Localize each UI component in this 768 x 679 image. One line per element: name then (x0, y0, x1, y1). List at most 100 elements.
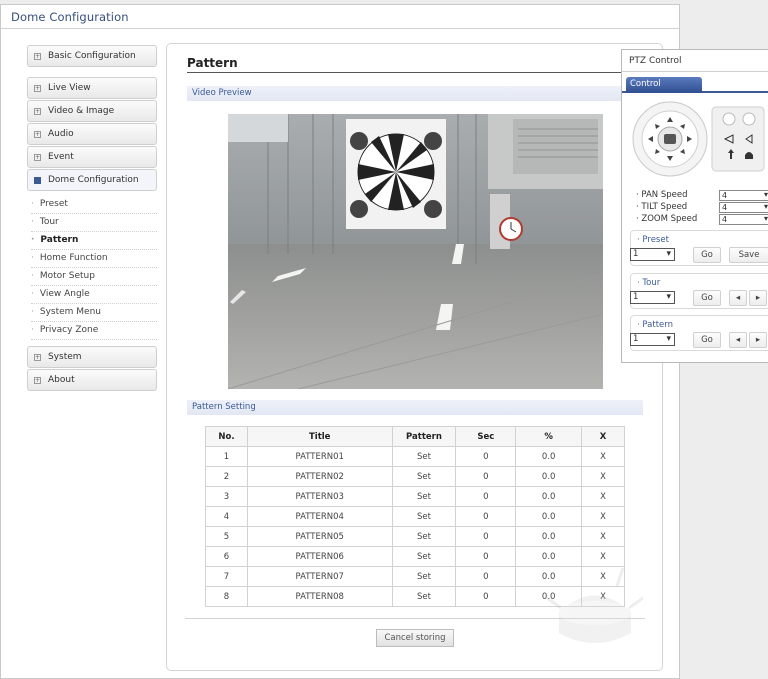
sidebar-item-about[interactable]: + About (27, 369, 157, 391)
preset-label: · Preset (637, 235, 669, 245)
pattern-prev-button[interactable]: ◂ (729, 332, 747, 348)
pattern-next-button[interactable]: ▸ (749, 332, 767, 348)
sidebar-item-label: Video & Image (48, 106, 115, 116)
row-pattern-set[interactable]: Set (391, 526, 457, 547)
expand-icon: + (34, 107, 41, 115)
row-delete[interactable]: X (581, 486, 625, 507)
submenu-item-view-angle[interactable]: · View Angle (31, 286, 157, 304)
submenu-item-preset[interactable]: · Preset (31, 196, 157, 214)
tour-go-button[interactable]: Go (693, 290, 721, 306)
row-delete[interactable]: X (581, 466, 625, 487)
table-row: 1 PATTERN01 Set 0 0.0 X (205, 446, 625, 467)
tour-select[interactable]: 1 ▾ (630, 291, 675, 304)
row-delete[interactable]: X (581, 506, 625, 527)
zoom-speed-select[interactable]: 4 ▾ (719, 214, 768, 225)
chevron-down-icon: ▾ (666, 334, 671, 344)
submenu-item-motor-setup[interactable]: · Motor Setup (31, 268, 157, 286)
ptz-tabbar: Control (622, 77, 768, 93)
pan-speed-row: · PAN Speed 4 ▾ (636, 190, 768, 202)
preset-group: · Preset 1 ▾ Go Save (630, 230, 768, 266)
preset-save-button[interactable]: Save (729, 247, 768, 263)
preset-go-button[interactable]: Go (693, 247, 721, 263)
sidebar-item-audio[interactable]: + Audio (27, 123, 157, 145)
row-delete[interactable]: X (581, 526, 625, 547)
sidebar-item-basic-configuration[interactable]: + Basic Configuration (27, 45, 157, 67)
row-number: 6 (205, 546, 248, 567)
table-row: 4 PATTERN04 Set 0 0.0 X (205, 506, 625, 527)
content-panel: Pattern Video Preview Pattern Setting No… (166, 43, 663, 671)
preset-select[interactable]: 1 ▾ (630, 248, 675, 261)
row-title: PATTERN04 (246, 506, 393, 527)
submenu-label: View Angle (39, 289, 90, 299)
sidebar-item-system[interactable]: + System (27, 346, 157, 368)
row-pattern-set[interactable]: Set (391, 586, 457, 607)
expand-icon: + (34, 353, 41, 361)
tilt-speed-select[interactable]: 4 ▾ (719, 202, 768, 213)
table-header-row: No. Title Pattern Sec % X (205, 426, 625, 447)
video-preview[interactable] (228, 114, 603, 389)
row-sec: 0 (455, 466, 517, 487)
expand-icon: + (34, 130, 41, 138)
select-value: 1 (633, 292, 639, 302)
chevron-down-icon: ▾ (763, 202, 768, 211)
row-pattern-set[interactable]: Set (391, 446, 457, 467)
ptz-joystick[interactable] (632, 99, 768, 189)
chevron-down-icon: ▾ (666, 249, 671, 259)
app-title: Dome Configuration (11, 10, 129, 24)
video-preview-header: Video Preview (187, 86, 643, 101)
sidebar-item-label: About (48, 375, 75, 385)
row-pattern-set[interactable]: Set (391, 486, 457, 507)
tilt-speed-label: · TILT Speed (636, 202, 688, 212)
row-delete[interactable]: X (581, 446, 625, 467)
row-pattern-set[interactable]: Set (391, 466, 457, 487)
main-frame: Dome Configuration + Basic Configuration… (0, 4, 680, 679)
select-value: 1 (633, 249, 639, 259)
row-title: PATTERN08 (246, 586, 393, 607)
sidebar-item-label: Dome Configuration (48, 175, 139, 185)
ptz-control-panel: PTZ Control Control · PAN Speed 4 ▾ · TIL (621, 49, 768, 363)
camera-scene-image (228, 114, 603, 389)
row-pattern-set[interactable]: Set (391, 566, 457, 587)
col-header-delete: X (581, 426, 625, 447)
pan-speed-select[interactable]: 4 ▾ (719, 190, 768, 201)
sidebar-item-video-image[interactable]: + Video & Image (27, 100, 157, 122)
tour-next-button[interactable]: ▸ (749, 290, 767, 306)
row-number: 1 (205, 446, 248, 467)
row-sec: 0 (455, 566, 517, 587)
pattern-go-button[interactable]: Go (693, 332, 721, 348)
sidebar-item-event[interactable]: + Event (27, 146, 157, 168)
expand-icon: + (34, 376, 41, 384)
tour-prev-button[interactable]: ◂ (729, 290, 747, 306)
sidebar-item-label: Audio (48, 129, 74, 139)
submenu-item-pattern[interactable]: · Pattern (31, 232, 157, 250)
submenu-label: Motor Setup (39, 271, 95, 281)
col-header-percent: % (515, 426, 583, 447)
submenu-item-system-menu[interactable]: · System Menu (31, 304, 157, 322)
app-header: Dome Configuration (1, 5, 679, 29)
submenu-item-home-function[interactable]: · Home Function (31, 250, 157, 268)
sidebar-item-dome-configuration[interactable]: Dome Configuration (27, 169, 157, 191)
chevron-down-icon: ▾ (763, 214, 768, 223)
pan-speed-label: · PAN Speed (636, 190, 688, 200)
col-header-title: Title (246, 426, 393, 447)
select-value: 1 (633, 334, 639, 344)
pattern-select[interactable]: 1 ▾ (630, 333, 675, 346)
row-pattern-set[interactable]: Set (391, 546, 457, 567)
row-title: PATTERN05 (246, 526, 393, 547)
tab-control[interactable]: Control (626, 77, 702, 93)
select-value: 4 (722, 215, 728, 224)
sidebar-item-label: System (48, 352, 82, 362)
row-pattern-set[interactable]: Set (391, 506, 457, 527)
tour-label: · Tour (637, 278, 661, 288)
submenu-item-privacy-zone[interactable]: · Privacy Zone (31, 322, 157, 340)
row-title: PATTERN03 (246, 486, 393, 507)
submenu-item-tour[interactable]: · Tour (31, 214, 157, 232)
camera-watermark-icon (546, 567, 644, 643)
sidebar-item-live-view[interactable]: + Live View (27, 77, 157, 99)
row-sec: 0 (455, 526, 517, 547)
row-title: PATTERN01 (246, 446, 393, 467)
row-number: 3 (205, 486, 248, 507)
ptz-title: PTZ Control (622, 50, 768, 72)
row-sec: 0 (455, 446, 517, 467)
cancel-storing-button[interactable]: Cancel storing (376, 629, 454, 647)
